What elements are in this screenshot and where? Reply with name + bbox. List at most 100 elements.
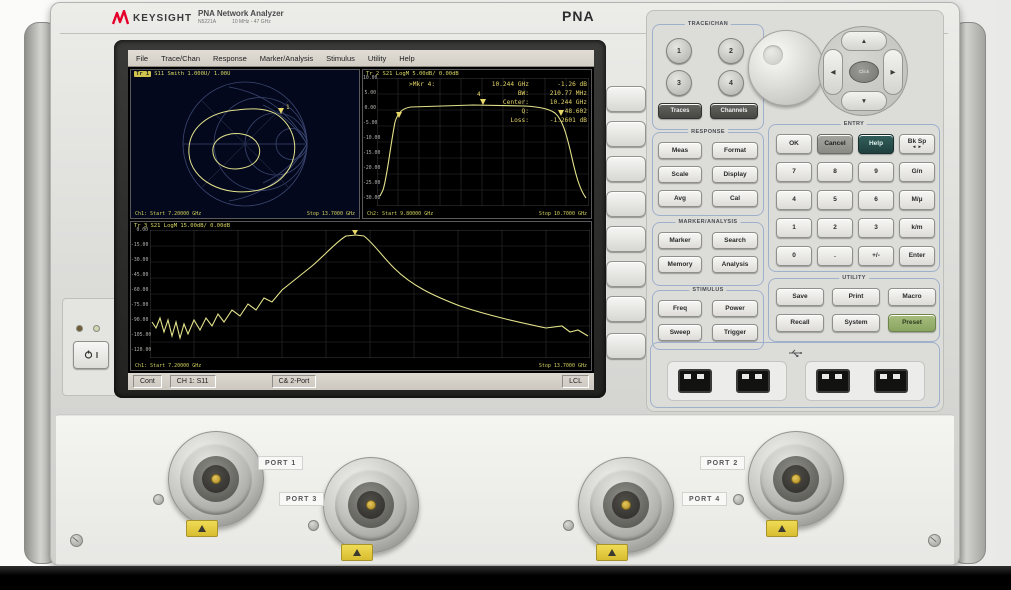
key-recall[interactable]: Recall <box>776 314 824 332</box>
key-scale[interactable]: Scale <box>658 166 702 183</box>
key-save[interactable]: Save <box>776 288 824 306</box>
softkey-2[interactable] <box>606 121 646 147</box>
readout-value: 210.77 MHz <box>529 89 587 98</box>
bp-ytick: -25.00 <box>363 181 376 186</box>
smith-footer-start: Ch1: Start 7.20000 GHz <box>135 211 201 217</box>
menu-file[interactable]: File <box>136 54 148 63</box>
key-analysis[interactable]: Analysis <box>712 256 758 273</box>
frequency-range: 10 MHz - 47 GHz <box>232 19 271 25</box>
key-cal[interactable]: Cal <box>712 190 758 207</box>
key-power[interactable]: Power <box>712 300 758 317</box>
nav-up-button[interactable]: ▲ <box>841 31 887 51</box>
key-freq[interactable]: Freq <box>658 300 702 317</box>
bp-ytick: 5.00 <box>363 91 376 96</box>
key-7[interactable]: 7 <box>776 162 812 182</box>
usb-port-1 <box>678 369 712 393</box>
key-backspace[interactable]: Bk Sp ◄ ► <box>899 134 935 154</box>
key-9[interactable]: 9 <box>858 162 894 182</box>
key-4[interactable]: 4 <box>776 190 812 210</box>
key-trigger[interactable]: Trigger <box>712 324 758 341</box>
wide-ytick: -60.00 <box>131 288 148 293</box>
key-5[interactable]: 5 <box>817 190 853 210</box>
softkey-1[interactable] <box>606 86 646 112</box>
softkey-8[interactable] <box>606 333 646 359</box>
key-0[interactable]: 0 <box>776 246 812 266</box>
key-display[interactable]: Display <box>712 166 758 183</box>
menu-stimulus[interactable]: Stimulus <box>326 54 355 63</box>
softkey-7[interactable] <box>606 296 646 322</box>
power-button[interactable]: I <box>73 341 109 369</box>
key-trace-1[interactable]: 1 <box>666 38 692 64</box>
readout-field: Center: <box>449 98 529 107</box>
keysight-spark-icon <box>112 10 129 26</box>
key-macro[interactable]: Macro <box>888 288 936 306</box>
key-6[interactable]: 6 <box>858 190 894 210</box>
caution-icon <box>353 549 361 556</box>
readout-value: 10.244 GHz <box>529 98 587 107</box>
key-format[interactable]: Format <box>712 142 758 159</box>
rotary-knob[interactable] <box>748 30 824 106</box>
softkey-4[interactable] <box>606 191 646 217</box>
section-title: RESPONSE <box>688 129 728 135</box>
key-trace-3[interactable]: 3 <box>666 70 692 96</box>
key-3[interactable]: 3 <box>858 218 894 238</box>
key-trace-4[interactable]: 4 <box>718 70 744 96</box>
bp-ytick: 10.00 <box>363 76 376 81</box>
softkey-6[interactable] <box>606 261 646 287</box>
wide-ytick: -90.00 <box>131 318 148 323</box>
key-enter[interactable]: Enter <box>899 246 935 266</box>
menu-trace-chan[interactable]: Trace/Chan <box>161 54 200 63</box>
softkey-3[interactable] <box>606 156 646 182</box>
key-1[interactable]: 1 <box>776 218 812 238</box>
key-gn[interactable]: G/n <box>899 162 935 182</box>
nav-click-button[interactable]: Click <box>849 61 879 83</box>
key-cancel[interactable]: Cancel <box>817 134 853 154</box>
port-4-label: PORT 4 <box>682 492 727 506</box>
status-bar: Cont CH 1: S11 C& 2-Port LCL <box>128 373 594 390</box>
key-km[interactable]: k/m <box>899 218 935 238</box>
wide-graph-panel: Tr 3 S21 LogM 15.00dB/ 0.00dB 0.00 -15.0… <box>130 221 592 371</box>
key-marker[interactable]: Marker <box>658 232 702 249</box>
key-trace-2[interactable]: 2 <box>718 38 744 64</box>
section-title: ENTRY <box>841 121 867 127</box>
key-2[interactable]: 2 <box>817 218 853 238</box>
key-sweep[interactable]: Sweep <box>658 324 702 341</box>
key-8[interactable]: 8 <box>817 162 853 182</box>
nav-down-button[interactable]: ▼ <box>841 91 887 111</box>
wide-ytick: -75.00 <box>131 303 148 308</box>
center-pin <box>791 474 801 484</box>
nav-left-button[interactable]: ◀ <box>823 49 843 95</box>
key-avg[interactable]: Avg <box>658 190 702 207</box>
key-ok[interactable]: OK <box>776 134 812 154</box>
key-preset[interactable]: Preset <box>888 314 936 332</box>
instrument-photo: KEYSIGHT PNA Network Analyzer N5221A 10 … <box>0 0 1011 590</box>
menu-marker-analysis[interactable]: Marker/Analysis <box>260 54 313 63</box>
key-print[interactable]: Print <box>832 288 880 306</box>
key-channels[interactable]: Channels <box>710 103 758 119</box>
key-plus-minus[interactable]: +/- <box>858 246 894 266</box>
product-name: PNA Network Analyzer <box>198 9 284 18</box>
key-search[interactable]: Search <box>712 232 758 249</box>
key-system[interactable]: System <box>832 314 880 332</box>
table-edge <box>0 566 1011 590</box>
menu-response[interactable]: Response <box>213 54 247 63</box>
power-standby-icon <box>84 350 93 361</box>
key-memory[interactable]: Memory <box>658 256 702 273</box>
nav-right-button[interactable]: ▶ <box>883 49 903 95</box>
key-meas[interactable]: Meas <box>658 142 702 159</box>
display-screen: File Trace/Chan Response Marker/Analysis… <box>128 50 594 390</box>
usb-section <box>650 342 940 408</box>
menu-help[interactable]: Help <box>399 54 414 63</box>
status-cal: C& 2-Port <box>272 375 317 388</box>
softkey-5[interactable] <box>606 226 646 252</box>
svg-text:1: 1 <box>286 104 290 111</box>
key-decimal[interactable]: . <box>817 246 853 266</box>
key-help[interactable]: Help <box>858 134 894 154</box>
menu-utility[interactable]: Utility <box>368 54 386 63</box>
power-line-label: I <box>96 351 98 360</box>
center-pin <box>211 474 221 484</box>
caution-icon <box>778 525 786 532</box>
knob-dimple <box>763 45 783 65</box>
key-traces[interactable]: Traces <box>658 103 702 119</box>
key-mu[interactable]: M/µ <box>899 190 935 210</box>
